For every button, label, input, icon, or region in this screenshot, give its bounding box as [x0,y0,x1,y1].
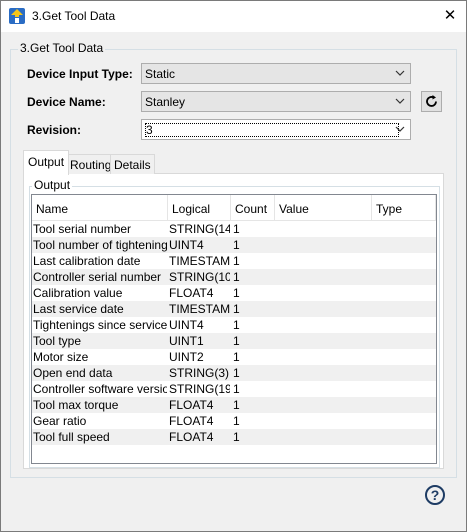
cell-logical: UINT4 [169,238,204,252]
column-header-value[interactable]: Value [275,195,372,221]
cell-logical: STRING(14) [169,222,230,236]
cell-name: Tool type [33,334,82,348]
close-icon[interactable]: ✕ [437,5,463,27]
cell-count: 1 [233,238,240,252]
table-row[interactable]: Controller software version STRING(19) 1 [32,381,436,397]
cell-count: 1 [233,382,240,396]
cell-logical: STRING(3) [169,366,229,380]
cell-name: Last calibration date [33,254,141,268]
table-row[interactable]: Motor size UINT2 1 [32,349,436,365]
title-bar: 3.Get Tool Data ✕ [1,1,466,32]
cell-count: 1 [233,414,240,428]
cell-count: 1 [233,398,240,412]
table-row[interactable]: Gear ratio FLOAT4 1 [32,413,436,429]
cell-logical: FLOAT4 [169,430,214,444]
table-row[interactable]: Tool full speed FLOAT4 1 [32,429,436,445]
column-header-count[interactable]: Count [231,195,275,221]
output-table[interactable]: Name Logical Count Value Type Tool seria… [31,194,437,464]
cell-logical: STRING(10) [169,270,230,284]
cell-count: 1 [233,286,240,300]
cell-name: Last service date [33,302,124,316]
tab-output[interactable]: Output [23,150,70,175]
refresh-button[interactable] [421,91,442,112]
cell-name: Tool serial number [33,222,132,236]
cell-name: Motor size [33,350,89,364]
device-name-value: Stanley [145,95,186,109]
cell-count: 1 [233,350,240,364]
tab-routing[interactable]: Routing [66,154,116,174]
chevron-down-icon [395,126,405,132]
device-input-type-value: Static [145,67,176,81]
cell-name: Controller software version [33,382,167,396]
table-row[interactable]: Tightenings since service UINT4 1 [32,317,436,333]
app-logo-icon [9,8,25,24]
cell-logical: FLOAT4 [169,286,214,300]
device-input-type-select[interactable]: Static [141,63,411,84]
cell-count: 1 [233,270,240,284]
cell-logical: FLOAT4 [169,414,214,428]
column-header-type[interactable]: Type [372,195,436,221]
cell-name: Gear ratio [33,414,87,428]
table-row[interactable]: Calibration value FLOAT4 1 [32,285,436,301]
cell-name: Tool full speed [33,430,110,444]
cell-logical: FLOAT4 [169,398,214,412]
cell-name: Tool number of tightenings [33,238,167,252]
table-row[interactable]: Tool number of tightenings UINT4 1 [32,237,436,253]
cell-count: 1 [233,222,240,236]
cell-logical: TIMESTAMP [169,254,230,268]
cell-count: 1 [233,318,240,332]
table-row[interactable]: Last calibration date TIMESTAMP1 [32,253,436,269]
dialog-window: 3.Get Tool Data ✕ 3.Get Tool Data Device… [0,0,467,532]
cell-name: Controller serial number [33,270,162,284]
table-row[interactable]: Tool max torque FLOAT4 1 [32,397,436,413]
chevron-down-icon [395,98,405,104]
revision-value: 3 [145,123,399,137]
refresh-icon [426,95,437,107]
table-row[interactable]: Tool type UINT1 1 [32,333,436,349]
chevron-down-icon [395,70,405,76]
device-name-select[interactable]: Stanley [141,91,411,112]
tab-details[interactable]: Details [110,154,155,174]
table-row[interactable]: Tool serial number STRING(14) 1 [32,221,436,237]
column-header-name[interactable]: Name [32,195,168,221]
cell-count: 1 [233,366,240,380]
cell-logical: TIMESTAMP [169,302,230,316]
cell-logical: UINT4 [169,318,204,332]
revision-label: Revision: [27,123,82,137]
output-group-title: Output [32,178,73,192]
cell-name: Tool max torque [33,398,119,412]
table-row[interactable]: Last service date TIMESTAMP1 [32,301,436,317]
cell-name: Calibration value [33,286,123,300]
window-title: 3.Get Tool Data [32,9,116,23]
cell-logical: UINT2 [169,350,204,364]
cell-name: Tightenings since service [33,318,167,332]
cell-count: 1 [233,254,240,268]
revision-select[interactable]: 3 [141,119,411,140]
device-name-label: Device Name: [27,95,106,109]
cell-count: 1 [233,430,240,444]
group-title: 3.Get Tool Data [18,41,106,55]
column-header-logical[interactable]: Logical [168,195,231,221]
cell-logical: UINT1 [169,334,204,348]
cell-count: 1 [233,302,240,316]
cell-name: Open end data [33,366,113,380]
help-icon[interactable]: ? [425,485,445,505]
table-row[interactable]: Controller serial number STRING(10) 1 [32,269,436,285]
cell-logical: STRING(19) [169,382,230,396]
table-row[interactable]: Open end data STRING(3) 1 [32,365,436,381]
device-input-type-label: Device Input Type: [27,67,133,81]
cell-count: 1 [233,334,240,348]
